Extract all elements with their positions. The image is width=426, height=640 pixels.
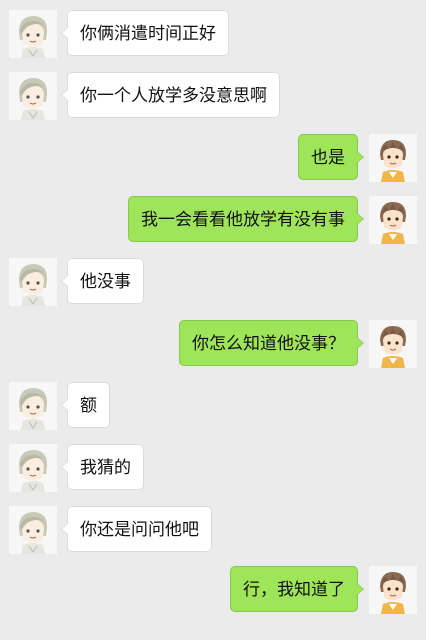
message-row: 我猜的 <box>0 444 426 492</box>
message-bubble[interactable]: 行，我知道了 <box>230 566 364 612</box>
message-row: 行，我知道了 <box>0 566 426 614</box>
message-row: 你怎么知道他没事？ <box>0 320 426 368</box>
contact-avatar[interactable] <box>9 382 57 430</box>
message-bubble[interactable]: 你还是问问他吧 <box>61 506 212 552</box>
white-haired-boy-avatar-icon <box>9 258 57 306</box>
message-bubble[interactable]: 额 <box>61 382 110 428</box>
contact-avatar[interactable] <box>9 10 57 58</box>
message-bubble[interactable]: 我猜的 <box>61 444 144 490</box>
brown-haired-boy-avatar-icon <box>369 134 417 182</box>
message-bubble[interactable]: 你俩消遣时间正好 <box>61 10 229 56</box>
message-row: 也是 <box>0 134 426 182</box>
message-bubble[interactable]: 他没事 <box>61 258 144 304</box>
contact-avatar[interactable] <box>9 72 57 120</box>
message-bubble[interactable]: 我一会看看他放学有没有事 <box>128 196 364 242</box>
message-row: 额 <box>0 382 426 430</box>
contact-avatar[interactable] <box>9 444 57 492</box>
brown-haired-boy-avatar-icon <box>369 320 417 368</box>
message-row: 他没事 <box>0 258 426 306</box>
message-bubble[interactable]: 你怎么知道他没事？ <box>179 320 364 366</box>
chat-area: 你俩消遣时间正好 你一个人放学多没意思啊 也是 我一会看看他放学有没有事 他没事… <box>0 0 426 640</box>
message-row: 你一个人放学多没意思啊 <box>0 72 426 120</box>
white-haired-boy-avatar-icon <box>9 10 57 58</box>
white-haired-boy-avatar-icon <box>9 72 57 120</box>
brown-haired-boy-avatar-icon <box>369 196 417 244</box>
brown-haired-boy-avatar-icon <box>369 566 417 614</box>
my-avatar[interactable] <box>369 134 417 182</box>
contact-avatar[interactable] <box>9 506 57 554</box>
message-row: 你还是问问他吧 <box>0 506 426 554</box>
contact-avatar[interactable] <box>9 258 57 306</box>
message-bubble[interactable]: 你一个人放学多没意思啊 <box>61 72 280 118</box>
my-avatar[interactable] <box>369 566 417 614</box>
white-haired-boy-avatar-icon <box>9 506 57 554</box>
my-avatar[interactable] <box>369 320 417 368</box>
my-avatar[interactable] <box>369 196 417 244</box>
message-row: 我一会看看他放学有没有事 <box>0 196 426 244</box>
white-haired-boy-avatar-icon <box>9 444 57 492</box>
white-haired-boy-avatar-icon <box>9 382 57 430</box>
message-bubble[interactable]: 也是 <box>298 134 364 180</box>
message-row: 你俩消遣时间正好 <box>0 10 426 58</box>
